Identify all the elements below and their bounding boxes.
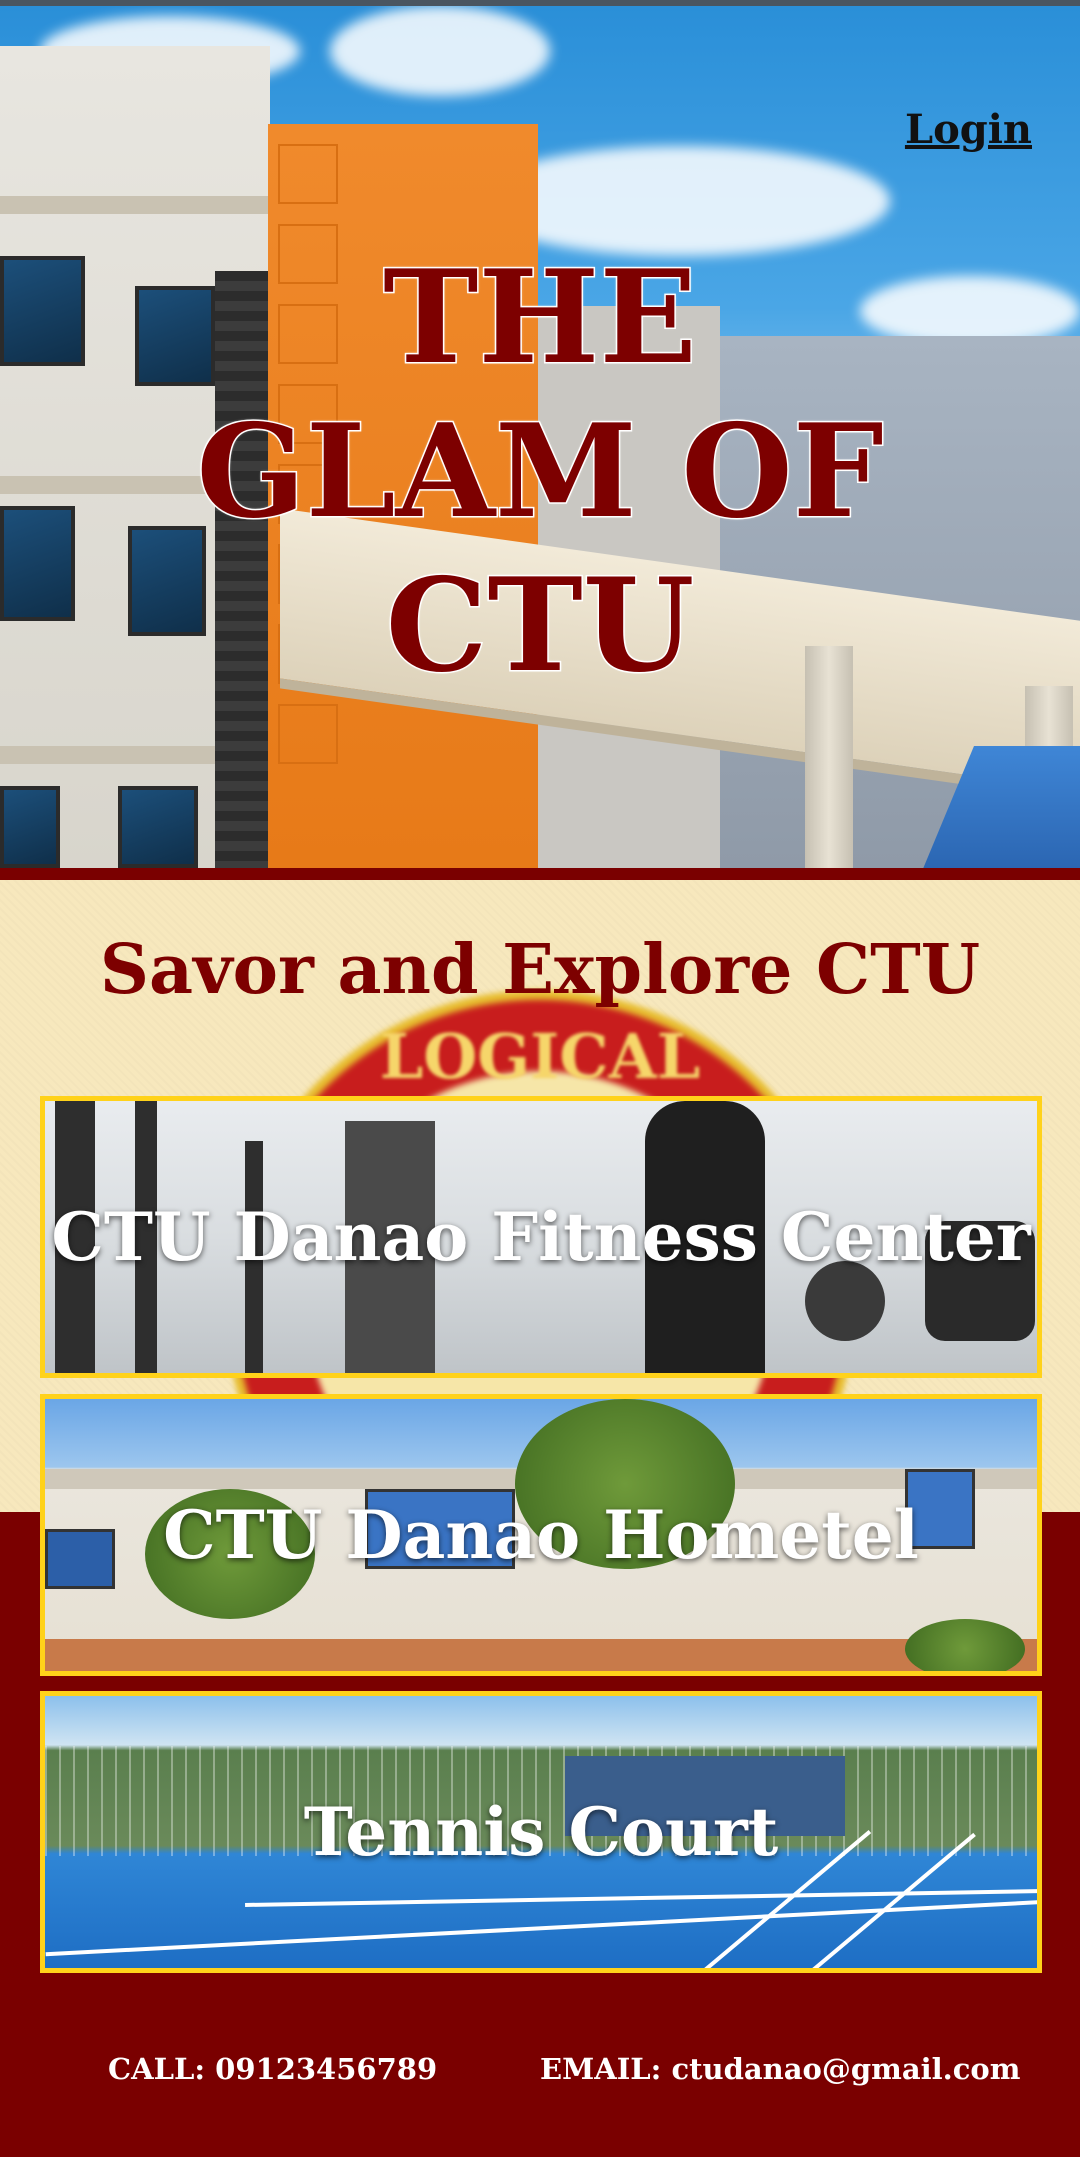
card-label: CTU Danao Hometel <box>163 1496 919 1574</box>
hero-title-line: GLAM OF <box>195 396 885 549</box>
hero-title-line: CTU <box>384 550 696 703</box>
contact-phone: CALL: 09123456789 <box>108 2052 438 2086</box>
cloud <box>330 6 550 96</box>
card-label: Tennis Court <box>303 1793 779 1871</box>
footer-contact: CALL: 09123456789 EMAIL: ctudanao@gmail.… <box>0 2040 1080 2100</box>
card-label: CTU Danao Fitness Center <box>51 1198 1031 1276</box>
hero-title: THE GLAM OF CTU <box>0 241 1080 703</box>
hero-title-line: THE <box>382 242 699 395</box>
card-hometel[interactable]: CTU Danao Hometel <box>40 1394 1042 1676</box>
card-tennis-court[interactable]: Tennis Court <box>40 1691 1042 1973</box>
section-title: Savor and Explore CTU <box>99 930 981 1010</box>
card-fitness-center[interactable]: CTU Danao Fitness Center <box>40 1096 1042 1378</box>
contact-email: EMAIL: ctudanao@gmail.com <box>540 2052 1021 2086</box>
seal-lettering: LOGICAL <box>379 1020 701 1093</box>
hero-divider <box>0 868 1080 880</box>
login-link[interactable]: Login <box>905 106 1032 153</box>
hero-banner: THE GLAM OF CTU Login <box>0 6 1080 868</box>
